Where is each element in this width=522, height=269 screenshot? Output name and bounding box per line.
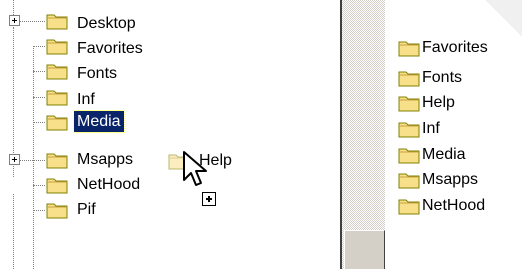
tree-item-label: Desktop <box>77 15 136 32</box>
folder-icon <box>46 90 68 106</box>
scrollbar-thumb[interactable] <box>344 230 385 269</box>
list-item-label: Media <box>422 146 466 163</box>
tree-item[interactable]: Desktop <box>0 9 300 33</box>
copy-plus-icon <box>202 192 216 206</box>
folder-icon <box>46 115 68 131</box>
list-item-label: Help <box>422 94 455 111</box>
list-item[interactable]: NetHood <box>385 194 522 218</box>
tree-connector <box>19 160 45 161</box>
drag-ghost: Help <box>166 148 276 218</box>
arrow-cursor-icon <box>183 151 207 186</box>
tree-connector <box>33 97 45 98</box>
folder-icon <box>398 148 420 164</box>
tree-item[interactable]: Fonts <box>0 59 300 83</box>
list-item[interactable]: Msapps <box>385 168 522 192</box>
tree-item-label: Media <box>73 110 125 133</box>
folder-icon <box>398 96 420 112</box>
tree-connector <box>33 185 45 186</box>
expand-plus-icon[interactable] <box>9 15 20 26</box>
tree-item-label: Msapps <box>77 151 134 168</box>
list-item-label: Favorites <box>422 39 488 56</box>
folder-icon <box>398 199 420 215</box>
tree-item-label: NetHood <box>77 176 141 193</box>
folder-icon <box>398 41 420 57</box>
folder-icon <box>46 178 68 194</box>
folder-icon <box>46 64 68 80</box>
page-corner <box>486 0 522 40</box>
tree-connector <box>33 210 45 211</box>
list-item[interactable]: Media <box>385 143 522 167</box>
folder-icon <box>46 14 68 30</box>
folder-icon <box>46 203 68 219</box>
folder-icon <box>46 153 68 169</box>
tree-connector <box>19 21 45 22</box>
tree-item-label: Pif <box>77 201 96 218</box>
list-item[interactable]: Inf <box>385 117 522 141</box>
folder-icon <box>398 122 420 138</box>
folder-icon <box>46 39 68 55</box>
tree-item[interactable]: Favorites <box>0 34 300 58</box>
folder-tree: Desktop Favorites Fonts Inf Media Msapps NetHo… <box>0 0 300 269</box>
folder-list-pane: Favorites Fonts Help Inf Media Msapps NetHood <box>340 0 522 269</box>
tree-item-label: Fonts <box>77 65 118 82</box>
list-item-label: Inf <box>422 120 440 137</box>
list-item[interactable]: Fonts <box>385 66 522 90</box>
list-item[interactable]: Help <box>385 91 522 115</box>
tree-connector <box>33 71 45 72</box>
list-item-label: NetHood <box>422 197 486 214</box>
tree-item[interactable]: Inf <box>0 85 300 109</box>
tree-connector <box>33 122 45 123</box>
tree-item-label: Inf <box>77 91 95 108</box>
tree-item-label: Favorites <box>77 40 143 57</box>
list-item-label: Fonts <box>422 69 463 86</box>
folder-icon <box>398 71 420 87</box>
folder-list: Favorites Fonts Help Inf Media Msapps NetHood <box>385 0 522 269</box>
vertical-scrollbar[interactable] <box>342 0 385 269</box>
tree-item[interactable]: Media <box>0 110 300 134</box>
tree-connector <box>33 46 45 47</box>
folder-icon <box>398 173 420 189</box>
expand-plus-icon[interactable] <box>9 154 20 165</box>
list-item-label: Msapps <box>422 171 479 188</box>
